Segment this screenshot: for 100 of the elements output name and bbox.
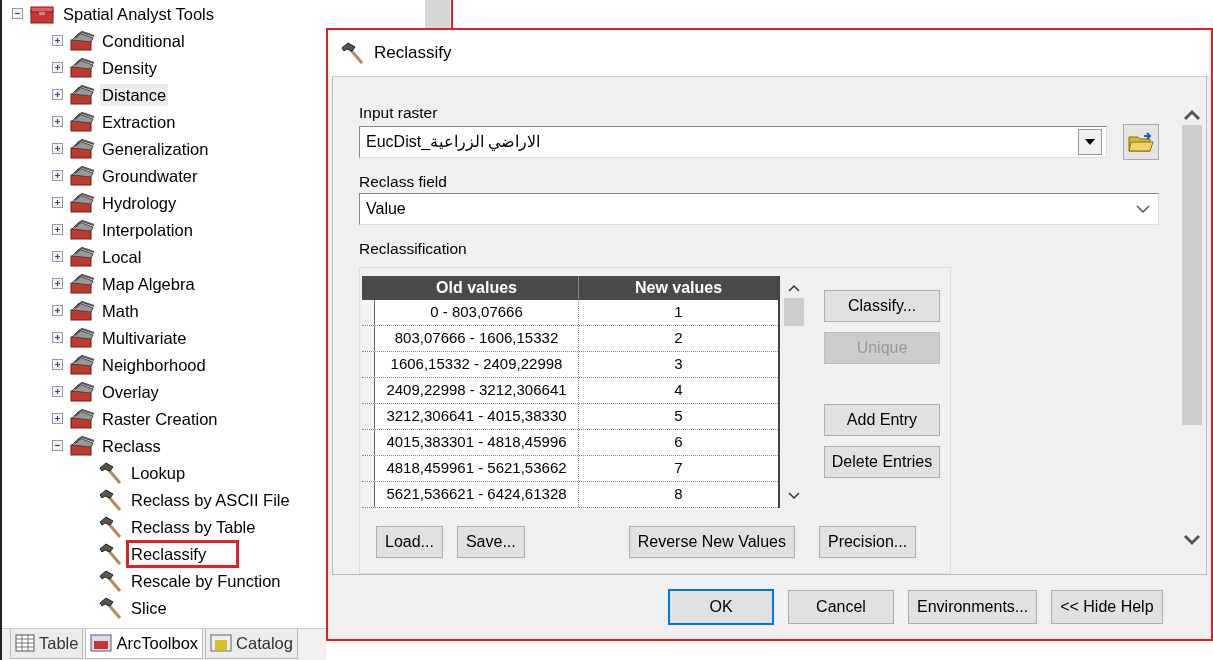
table-cell: 5621,536621 - 6424,61328 — [375, 481, 579, 507]
expand-toggle[interactable] — [52, 116, 63, 127]
expand-toggle[interactable] — [52, 251, 63, 262]
row-header[interactable] — [362, 351, 375, 377]
expand-toggle[interactable] — [52, 224, 63, 235]
tree-item[interactable]: Rescale by Function — [129, 569, 283, 592]
hammer-icon — [98, 460, 124, 485]
window-title: Reclassify — [374, 42, 452, 65]
row-header[interactable] — [362, 455, 375, 481]
scroll-thumb[interactable] — [1182, 124, 1202, 425]
table-cell: 0 - 803,07666 — [375, 299, 579, 325]
dialog-button[interactable]: Environments... — [908, 589, 1038, 624]
expand-toggle[interactable] — [52, 35, 63, 46]
collapse-toggle[interactable] — [52, 440, 63, 451]
field-dropdown[interactable]: Value — [359, 193, 1159, 226]
action-button[interactable]: Save... — [456, 525, 525, 558]
expand-toggle[interactable] — [52, 143, 63, 154]
tree-item[interactable]: Density — [100, 56, 160, 79]
tree-item[interactable]: Reclass — [100, 434, 163, 457]
table-cell: 1606,15332 - 2409,22998 — [375, 351, 579, 377]
tree-item[interactable]: Map Algebra — [100, 272, 197, 295]
table-cell: 4015,383301 - 4818,45996 — [375, 429, 579, 455]
tree-item[interactable]: Conditional — [100, 29, 187, 52]
tree-item[interactable]: Overlay — [100, 380, 161, 403]
scroll-up-icon — [788, 283, 800, 292]
tree-item[interactable]: Interpolation — [100, 218, 195, 241]
toolbox-icon — [69, 191, 95, 214]
row-header[interactable] — [362, 481, 375, 507]
raster-dropdown[interactable]: EucDist_الاراضي الزراعية — [359, 126, 1107, 159]
expand-toggle[interactable] — [52, 170, 63, 181]
row-header[interactable] — [362, 429, 375, 455]
tree-item[interactable]: Raster Creation — [100, 407, 220, 430]
tree-item[interactable]: Multivariate — [100, 326, 189, 349]
tree-item[interactable]: Hydrology — [100, 191, 179, 214]
row-header[interactable] — [362, 377, 375, 403]
tree-item[interactable]: Lookup — [129, 461, 188, 484]
table-cell-text: 1 — [673, 301, 684, 322]
catalog-icon — [210, 634, 233, 653]
expand-toggle[interactable] — [52, 89, 63, 100]
tree-item[interactable]: Reclass by ASCII File — [129, 488, 292, 511]
table-cell: 803,07666 - 1606,15332 — [375, 325, 579, 351]
field-label: Reclassification — [359, 239, 468, 260]
hammer-icon — [98, 514, 124, 539]
table-cell: 4818,459961 - 5621,53662 — [375, 455, 579, 481]
panel-tab[interactable]: Table — [10, 629, 84, 659]
expand-toggle[interactable] — [52, 305, 63, 316]
expand-toggle[interactable] — [52, 62, 63, 73]
hammer-icon — [98, 595, 124, 620]
toolbox-icon — [69, 110, 95, 133]
toolbox-icon — [69, 29, 95, 52]
collapse-toggle[interactable] — [12, 8, 23, 19]
expand-toggle[interactable] — [52, 359, 63, 370]
tree-item[interactable]: Reclassify — [129, 542, 237, 565]
panel-tab[interactable]: ArcToolbox — [85, 629, 204, 659]
toolbox-icon — [69, 218, 95, 241]
toolbox-icon — [69, 164, 95, 187]
expand-toggle[interactable] — [52, 332, 63, 343]
scrollbar — [425, 0, 450, 30]
action-button[interactable]: Load... — [376, 525, 443, 558]
tree-item[interactable]: Local — [100, 245, 144, 268]
tree-item[interactable]: Distance — [100, 83, 169, 106]
action-button[interactable]: Delete Entries — [824, 445, 940, 478]
expand-toggle[interactable] — [52, 413, 63, 424]
table-cell-text: 2 — [673, 327, 684, 348]
tree-item[interactable]: Reclass by Table — [129, 515, 258, 538]
action-button[interactable]: Reverse New Values — [628, 525, 795, 558]
dialog-button[interactable]: << Hide Help — [1051, 589, 1163, 624]
hammer-icon — [340, 40, 366, 65]
action-button[interactable]: Precision... — [818, 525, 917, 558]
tree-item[interactable]: Slice — [129, 596, 169, 619]
tree-item[interactable]: Extraction — [100, 110, 178, 133]
hammer-icon — [98, 541, 124, 566]
tree-item[interactable]: Spatial Analyst Tools — [61, 2, 217, 25]
expand-toggle[interactable] — [52, 386, 63, 397]
table-cell-text: 5 — [673, 405, 684, 426]
tree-item[interactable]: Generalization — [100, 137, 211, 160]
action-button[interactable]: Add Entry — [824, 403, 940, 436]
expand-toggle[interactable] — [52, 278, 63, 289]
table-cell-text: 8 — [673, 483, 684, 504]
chevron-down-icon — [1136, 205, 1150, 214]
row-header[interactable] — [362, 299, 375, 325]
row-header[interactable] — [362, 325, 375, 351]
dialog-button[interactable]: OK — [668, 588, 774, 625]
action-button[interactable]: Classify... — [824, 289, 940, 322]
field-label: Reclass field — [359, 172, 448, 193]
folder-icon — [1128, 131, 1154, 154]
tree-item[interactable]: Math — [100, 299, 141, 322]
panel-tab[interactable]: Catalog — [205, 629, 298, 659]
table-cell: 2409,22998 - 3212,306641 — [375, 377, 579, 403]
scroll-down-icon — [1183, 533, 1201, 546]
table-icon — [15, 634, 35, 653]
toolbox-icon — [69, 326, 95, 349]
toolbox-icon — [69, 137, 95, 160]
tree-item[interactable]: Groundwater — [100, 164, 200, 187]
expand-toggle[interactable] — [52, 197, 63, 208]
dialog-button[interactable]: Cancel — [788, 589, 894, 624]
tree-item[interactable]: Neighborhood — [100, 353, 208, 376]
scroll-thumb[interactable] — [784, 297, 804, 326]
browse-button[interactable] — [1123, 124, 1159, 161]
row-header[interactable] — [362, 403, 375, 429]
